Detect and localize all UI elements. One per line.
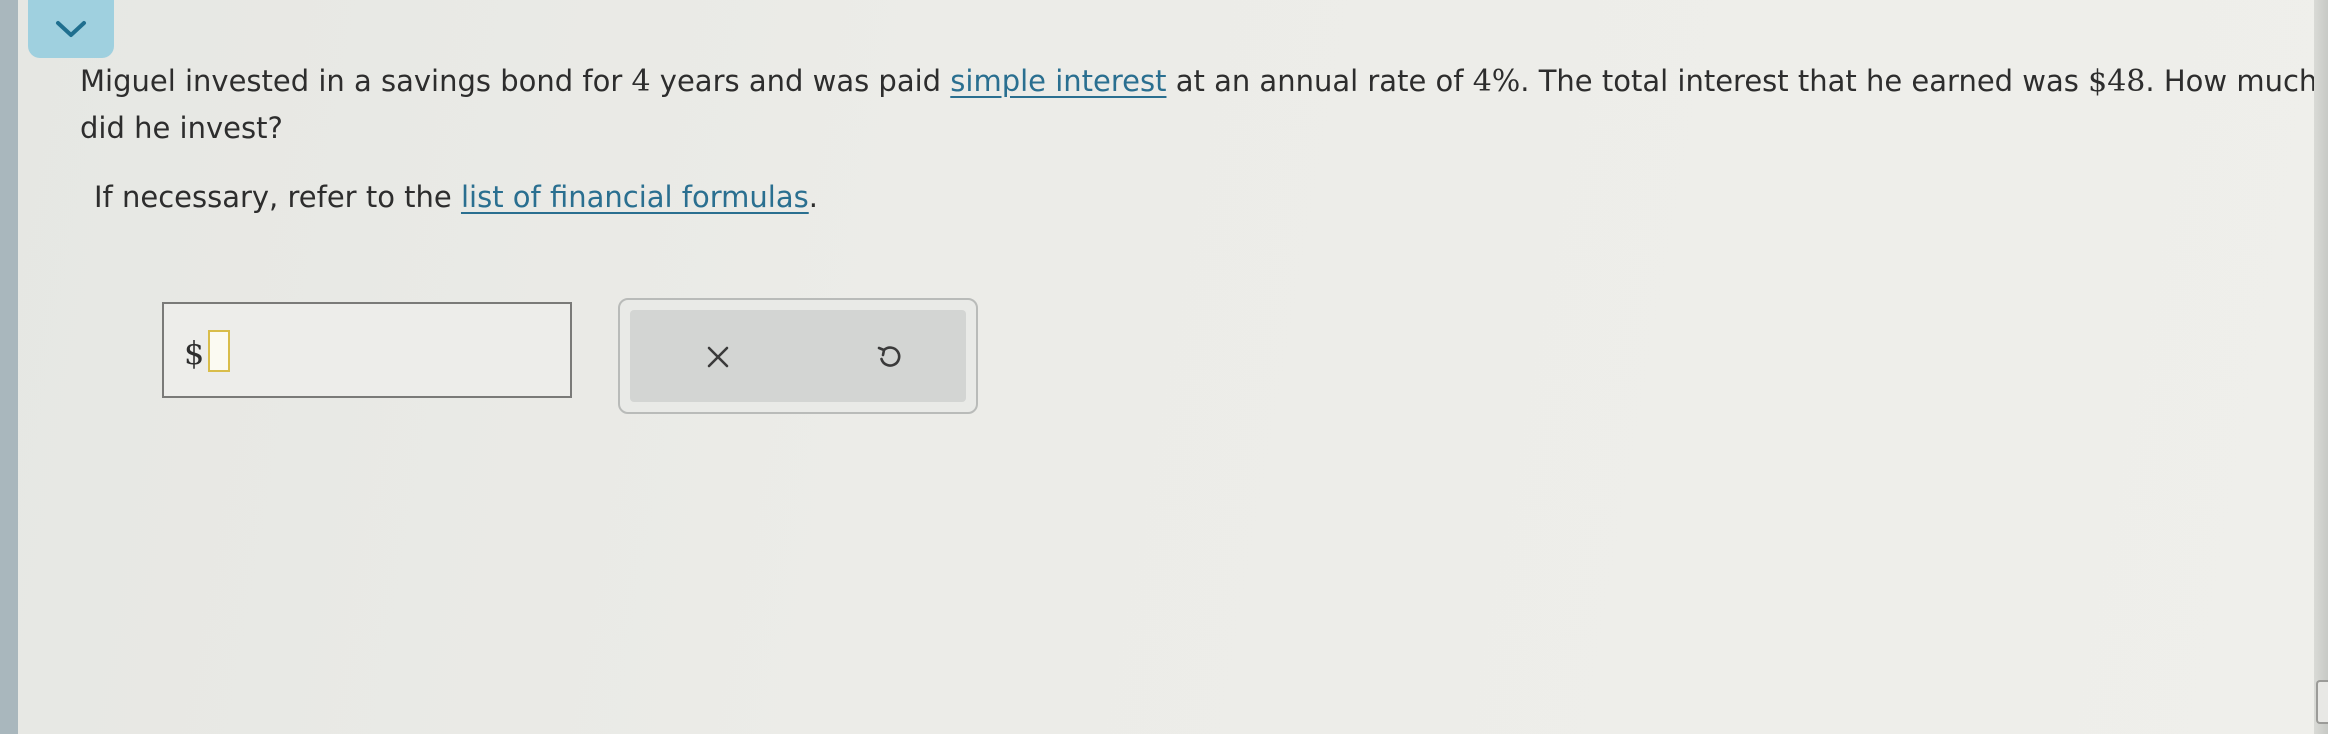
reference-prefix: If necessary, refer to the — [94, 180, 461, 214]
question-interest: $48 — [2088, 64, 2146, 99]
scroll-marker[interactable] — [2316, 680, 2328, 724]
reset-button[interactable] — [865, 332, 915, 382]
collapse-toggle-button[interactable] — [28, 0, 114, 58]
question-part-2: years and was paid — [650, 64, 951, 98]
reference-suffix: . — [808, 180, 818, 214]
answer-box: $ — [162, 302, 572, 398]
x-icon — [707, 346, 729, 368]
question-text: Miguel invested in a savings bond for 4 … — [80, 58, 2320, 151]
question-page: Miguel invested in a savings bond for 4 … — [18, 0, 2317, 734]
left-rail — [0, 0, 18, 734]
currency-symbol: $ — [184, 334, 205, 372]
clear-button[interactable] — [693, 332, 743, 382]
question-rate: 4% — [1472, 64, 1521, 99]
undo-icon — [877, 346, 901, 367]
right-rail — [2314, 0, 2328, 734]
answer-input[interactable] — [208, 330, 230, 372]
action-panel-inner — [630, 310, 966, 402]
question-part-3: at an annual rate of — [1166, 64, 1473, 98]
simple-interest-link[interactable]: simple interest — [950, 64, 1166, 98]
financial-formulas-link[interactable]: list of financial formulas — [461, 180, 809, 214]
question-years: 4 — [631, 64, 651, 99]
chevron-down-icon — [56, 21, 86, 37]
action-panel — [618, 298, 978, 414]
reference-text: If necessary, refer to the list of finan… — [94, 180, 818, 214]
question-part-1: Miguel invested in a savings bond for — [80, 64, 632, 98]
question-part-4: . The total interest that he earned was — [1520, 64, 2089, 98]
